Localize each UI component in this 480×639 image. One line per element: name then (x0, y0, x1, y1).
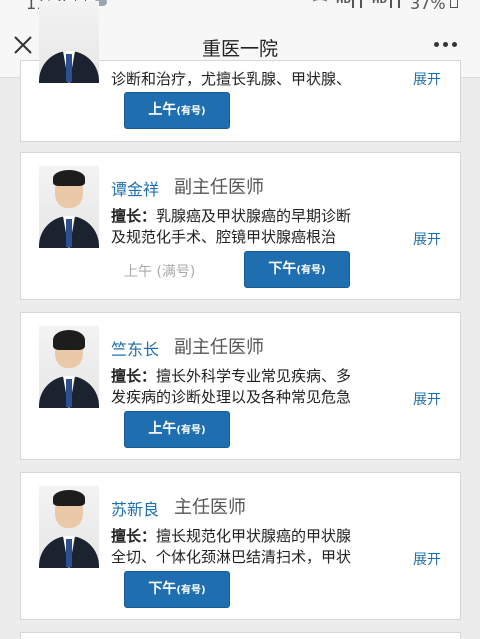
battery-icon (450, 0, 458, 8)
signal-icon (352, 0, 362, 8)
doctor-specialty: 擅长：擅长规范化甲状腺癌的甲状腺 全切、个体化颈淋巴结清扫术，甲状 (111, 527, 352, 566)
doctor-card-partial (20, 632, 461, 639)
doctor-title: 主任医师 (174, 497, 246, 518)
wifi-icon (313, 0, 327, 7)
expand-link[interactable]: 展开 (413, 229, 441, 249)
morning-appointment-button[interactable]: 上午(有号) (124, 92, 230, 129)
doctor-photo (39, 486, 99, 568)
doctor-card: 苏新良 主任医师 擅长：擅长规范化甲状腺癌的甲状腺 全切、个体化颈淋巴结清扫术，… (20, 472, 461, 620)
doctor-photo (39, 326, 99, 408)
morning-full-label: 上午 (满号) (124, 264, 196, 280)
expand-link[interactable]: 展开 (413, 389, 441, 409)
signal-label: HD (336, 0, 352, 6)
afternoon-appointment-button[interactable]: 下午(有号) (244, 251, 350, 288)
doctor-title: 副主任医师 (174, 177, 264, 198)
expand-link[interactable]: 展开 (413, 69, 441, 89)
expand-link[interactable]: 展开 (413, 549, 441, 569)
doctor-specialty: 擅长：擅长外科学专业常见疾病、多 发疾病的诊断处理以及各种常见危急 (111, 367, 352, 406)
doctor-card: 竺东长 副主任医师 擅长：擅长外科学专业常见疾病、多 发疾病的诊断处理以及各种常… (20, 312, 461, 460)
doctor-card-partial: 诊断和治疗，尤擅长乳腺、甲状腺、 展开 上午(有号) (20, 1, 461, 142)
doctor-title: 副主任医师 (174, 337, 264, 358)
signal-icon-2 (390, 0, 400, 8)
doctor-name: 谭金祥 (111, 180, 160, 199)
doctor-photo (39, 1, 99, 83)
battery-percent: 37% (410, 0, 446, 13)
afternoon-appointment-button[interactable]: 下午(有号) (124, 571, 230, 608)
doctor-card: 谭金祥 副主任医师 擅长：乳腺癌及甲状腺癌的早期诊断 及规范化手术、腔镜甲状腺癌… (20, 152, 461, 300)
doctor-specialty: 诊断和治疗，尤擅长乳腺、甲状腺、 (111, 70, 352, 88)
doctor-name: 苏新良 (111, 500, 160, 519)
doctor-specialty: 擅长：乳腺癌及甲状腺癌的早期诊断 及规范化手术、腔镜甲状腺癌根治 (111, 207, 352, 246)
doctor-name: 竺东长 (111, 340, 160, 359)
morning-appointment-button[interactable]: 上午(有号) (124, 411, 230, 448)
doctor-photo (39, 166, 99, 248)
signal-label-2: HD (372, 0, 388, 6)
more-icon[interactable] (434, 42, 462, 50)
